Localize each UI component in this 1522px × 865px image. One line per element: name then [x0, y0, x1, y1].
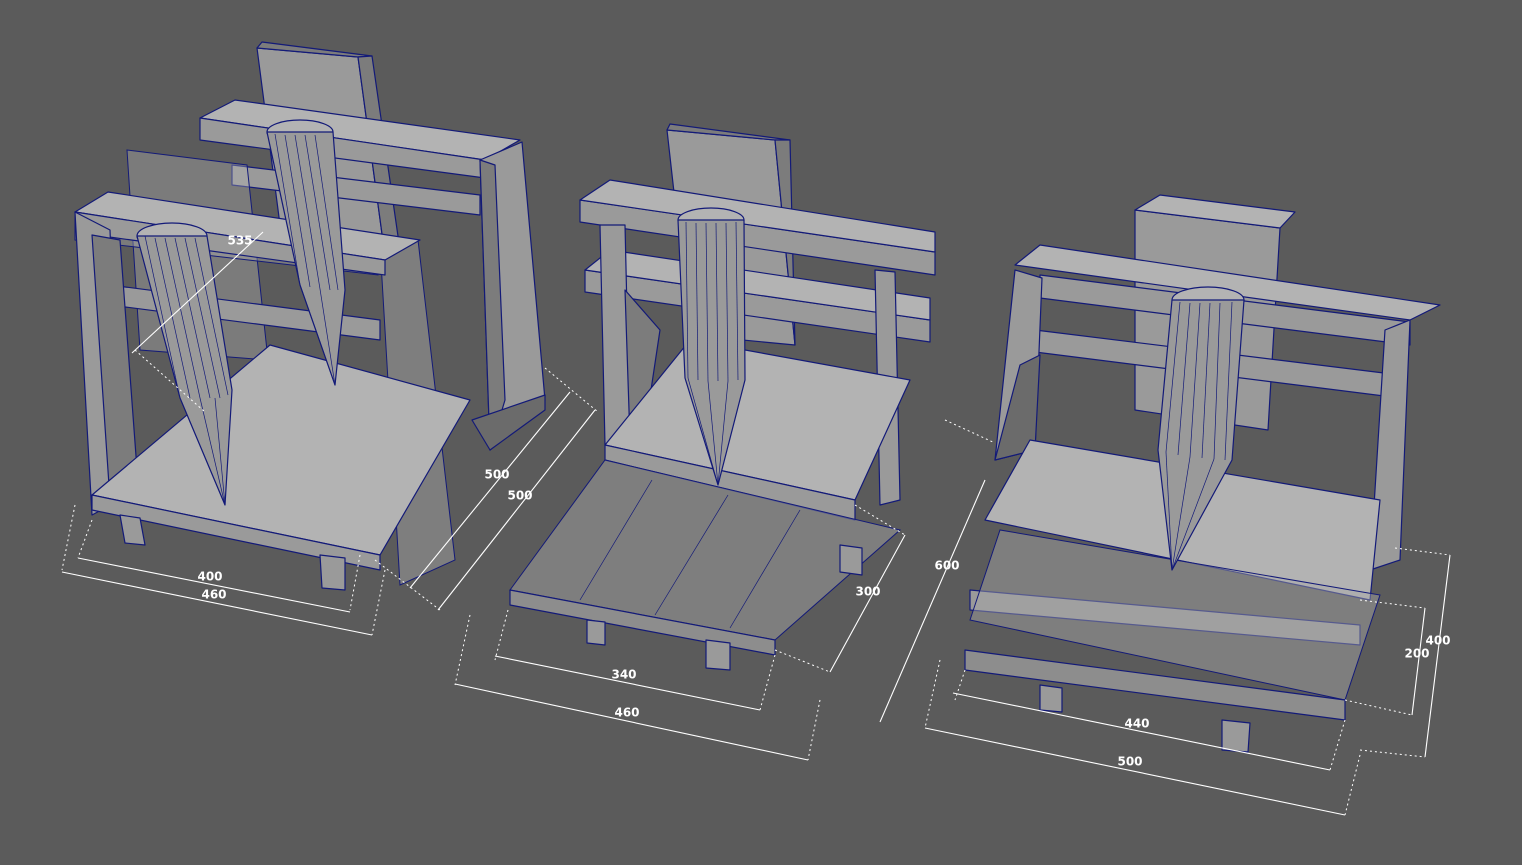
dim-m3-z-inner: 200 [1404, 647, 1429, 661]
dim-m2-width-inner: 340 [611, 668, 636, 682]
cnc-machine-1[interactable] [74, 41, 546, 591]
dim-m1-width-outer: 460 [201, 588, 226, 602]
dim-m3-z-outer: 400 [1425, 634, 1450, 648]
dim-m3-height: 600 [934, 559, 959, 573]
dim-m2-width-outer: 460 [614, 706, 639, 720]
dim-m2-depth: 300 [855, 585, 880, 599]
dim-m1-width-inner: 400 [197, 570, 222, 584]
dim-m1-depth-a: 500 [484, 468, 509, 482]
dim-m3-width-inner: 440 [1124, 717, 1149, 731]
dim-m3-width-outer: 500 [1117, 755, 1142, 769]
cnc-machine-3[interactable] [964, 194, 1441, 753]
dim-m1-depth-b: 500 [507, 489, 532, 503]
3d-viewport[interactable]: 535 400 460 500 500 340 460 300 600 440 … [0, 0, 1522, 865]
scene: 535 400 460 500 500 340 460 300 600 440 … [61, 41, 1451, 816]
dim-m1-depth-inner: 535 [227, 234, 252, 248]
